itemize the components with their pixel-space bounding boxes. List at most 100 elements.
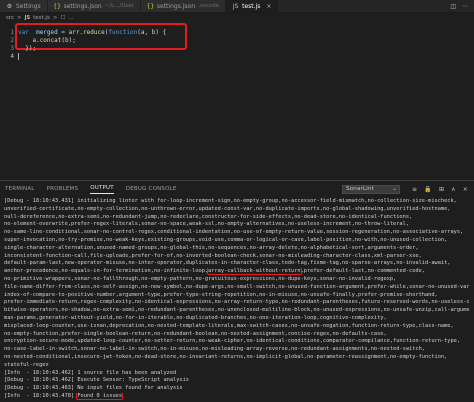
code-token: }); <box>18 44 37 52</box>
code-text: var merged = arr.reduce(function(a, b) { <box>18 29 166 36</box>
tab-bar-spacer <box>278 0 444 12</box>
more-actions-icon[interactable]: ⋯ <box>462 3 468 10</box>
output-line: index-of-compare-to-positive-number,argu… <box>4 291 438 298</box>
output-line: anchor-precedence,no-equals-in-for-termi… <box>4 268 470 276</box>
output-line: [Debug - 18:10:43.463] No input files fo… <box>4 385 183 392</box>
tab-path: ~/L.../User <box>104 3 134 9</box>
output-line: bitwise-operators,no-shadow,no-extra-sem… <box>4 307 470 314</box>
output-line: super-invocation,no-try-promise,no-weak-… <box>4 236 448 243</box>
json-icon: {} <box>146 2 155 10</box>
tab-output[interactable]: OUTPUT <box>90 185 114 194</box>
lock-scroll-icon[interactable]: 🔒 <box>424 186 432 193</box>
tab-terminal[interactable]: TERMINAL <box>5 186 35 192</box>
tab-test-js[interactable]: JS test.js × <box>226 0 279 12</box>
panel-actions: ≡ 🔒 ⊞ ∧ × <box>412 186 474 193</box>
tab-label: settings.json <box>63 2 102 10</box>
code-token: concat <box>39 36 62 44</box>
code-token: a. <box>18 36 40 44</box>
output-text: [Info - 18:10:43.478] <box>4 392 78 399</box>
highlighted-output-text: Found 0 issues <box>76 392 124 400</box>
output-line: single-character-alternation,unused-name… <box>4 244 419 251</box>
tab-problems[interactable]: PROBLEMS <box>47 186 79 192</box>
breadcrumb-folder[interactable]: src <box>6 15 14 21</box>
line-number: 4 <box>10 52 14 60</box>
tab-label: Settings <box>16 2 41 10</box>
output-line: unverified-certificate,no-empty-collecti… <box>4 205 451 212</box>
output-channel-value: SonarLint <box>346 186 375 192</box>
code-line[interactable]: 4 <box>0 52 474 60</box>
close-panel-icon[interactable]: × <box>463 186 468 193</box>
maximize-panel-icon[interactable]: ⊞ <box>439 186 444 193</box>
output-line: max-params,generator-without-yield,no-fo… <box>4 314 387 321</box>
collapse-panel-icon[interactable]: ∧ <box>451 186 456 193</box>
code-token: = arr. <box>57 28 84 36</box>
code-line[interactable]: 2 a.concat(b); <box>0 36 474 44</box>
output-line: inconsistent-function-call,file-uploads,… <box>4 252 422 259</box>
breadcrumb: src > JS test.js > ☐ ... <box>0 14 474 22</box>
chevron-down-icon: ⌄ <box>392 186 398 192</box>
output-text: ,prefer-default-last,no-commented-code, <box>300 268 425 275</box>
tab-settings-json[interactable]: {} settings.json .vscode <box>140 0 227 12</box>
bottom-panel: TERMINAL PROBLEMS OUTPUT DEBUG CONSOLE S… <box>0 180 474 402</box>
clear-output-icon[interactable]: ≡ <box>412 186 417 193</box>
js-file-icon: JS <box>24 15 31 21</box>
line-number: 2 <box>10 36 14 44</box>
tab-settings[interactable]: ⚙ Settings <box>0 0 48 12</box>
highlighted-output-text: array-callback-without-return <box>207 268 302 276</box>
code-line[interactable]: 3 }); <box>0 44 474 52</box>
close-icon[interactable]: × <box>266 3 271 10</box>
split-editor-icon[interactable]: ◫ <box>450 3 456 10</box>
output-line: no-same-line-conditional,sonar-no-contro… <box>4 229 464 236</box>
code-text: a.concat(b); <box>18 36 76 44</box>
code-token: (b); <box>61 36 76 44</box>
output-line: encryption-secure-mode,updated-loop-coun… <box>4 338 461 345</box>
text-cursor <box>18 52 19 60</box>
symbol-icon: ☐ <box>60 15 66 21</box>
json-icon: {} <box>53 2 61 10</box>
tab-settings-json[interactable]: {} settings.json ~/L.../User <box>47 0 141 12</box>
code-token: (a, b) { <box>137 28 167 36</box>
code-token: reduce <box>83 28 105 36</box>
output-line: no-nested-conditional,insecure-jwt-token… <box>4 353 448 360</box>
chevron-right-icon: > <box>52 15 58 21</box>
output-line: [Debug - 18:10:43.462] Execute Sensor: T… <box>4 377 189 384</box>
tab-actions: ◫ ⋯ <box>444 0 474 12</box>
editor-tab-bar: ⚙ Settings{} settings.json ~/L.../User{} set… <box>0 0 474 13</box>
gear-icon: ⚙ <box>6 2 13 10</box>
panel-tab-bar: TERMINAL PROBLEMS OUTPUT DEBUG CONSOLE S… <box>0 181 474 197</box>
tab-path: .vscode <box>198 3 220 9</box>
output-line: file-name-differ-from-class,no-self-assi… <box>4 283 470 290</box>
output-line: [Info - 18:10:43.462] 1 source file has … <box>4 369 177 376</box>
breadcrumb-symbol[interactable]: ... <box>68 15 73 21</box>
output-line: [Debug - 18:10:43.431] initializing lint… <box>4 198 457 204</box>
code-token: function <box>108 28 138 36</box>
output-line: misplaced-loop-counter,use-isnan,depreca… <box>4 322 454 329</box>
output-text: anchor-precedence,no-equals-in-for-termi… <box>4 268 209 275</box>
output-line: no-element-overwrite,prefer-regex-litera… <box>4 221 410 228</box>
tab-label: test.js <box>242 2 261 10</box>
chevron-right-icon: > <box>17 15 22 21</box>
code-text: }); <box>18 45 36 52</box>
code-editor[interactable]: 1 var merged = arr.reduce(function(a, b) … <box>0 22 474 178</box>
output-line: default-param-last,new-operator-misuse,n… <box>4 260 451 267</box>
line-number: 3 <box>10 44 14 52</box>
output-line: stateful-regex <box>4 361 49 368</box>
output-line: no-empty-function,prefer-single-boolean-… <box>4 330 387 337</box>
output-line: prefer-immediate-return,regex-complexity… <box>4 299 470 306</box>
output-line: no-case-label-in-switch,sonar-no-label-i… <box>4 346 425 353</box>
output-log[interactable]: [Debug - 18:10:43.431] initializing lint… <box>4 198 470 401</box>
tab-label: settings.json <box>156 2 195 10</box>
output-line: null-dereference,no-extra-semi,no-redund… <box>4 213 413 220</box>
code-text <box>18 52 19 60</box>
breadcrumb-file[interactable]: test.js <box>33 15 50 21</box>
output-channel-select[interactable]: SonarLint ⌄ <box>342 184 401 194</box>
output-line: [Info - 18:10:43.478] Found 0 issues <box>4 392 470 401</box>
js-icon: JS <box>232 2 239 10</box>
code-token: var <box>18 28 29 36</box>
code-line[interactable]: 1 var merged = arr.reduce(function(a, b) … <box>0 28 474 36</box>
tab-debug-console[interactable]: DEBUG CONSOLE <box>126 186 177 192</box>
line-number: 1 <box>10 28 14 36</box>
output-line: no-primitive-wrappers,sonar-no-fallthrou… <box>4 275 397 282</box>
code-token: merged <box>36 28 58 36</box>
